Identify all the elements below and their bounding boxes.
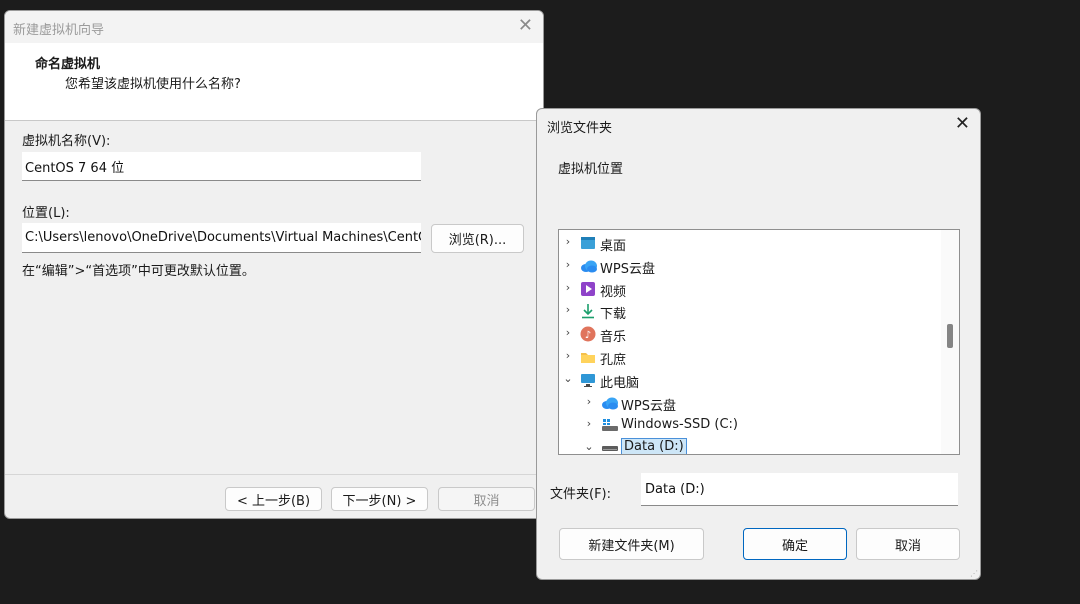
next-button[interactable]: 下一步(N) > xyxy=(331,487,428,511)
browse-button[interactable]: 浏览(R)... xyxy=(431,224,524,253)
chevron-right-icon[interactable]: › xyxy=(562,281,574,294)
browse-folder-dialog: 浏览文件夹 ✕ 虚拟机位置 ⌄ Data (D:) › Windows-SSD (C:… xyxy=(536,108,981,580)
video-folder-icon xyxy=(580,281,596,297)
folder-input[interactable] xyxy=(641,473,958,506)
tree-scrollbar-thumb[interactable] xyxy=(947,324,953,348)
tree-item[interactable]: › Windows-SSD (C:) xyxy=(559,414,939,436)
chevron-right-icon[interactable]: › xyxy=(562,235,574,248)
browse-cancel-button[interactable]: 取消 xyxy=(856,528,960,560)
chevron-right-icon[interactable]: › xyxy=(583,417,595,430)
chevron-right-icon[interactable]: › xyxy=(562,258,574,271)
tree-item-label: WPS云盘 xyxy=(621,398,676,414)
cloud-icon xyxy=(580,258,597,274)
location-hint: 在“编辑”>“首选项”中可更改默认位置。 xyxy=(22,264,255,279)
folder-label: 文件夹(F): xyxy=(550,487,612,502)
vm-name-input[interactable] xyxy=(22,152,421,181)
chevron-down-icon[interactable]: ⌄ xyxy=(562,372,574,385)
desktop-folder-icon xyxy=(580,235,596,251)
browse-description: 虚拟机位置 xyxy=(558,162,624,177)
chevron-down-icon[interactable]: ⌄ xyxy=(583,440,595,453)
music-icon: ♪ xyxy=(580,326,596,342)
tree-item[interactable]: › 下载 xyxy=(559,300,939,322)
download-icon xyxy=(580,303,596,319)
location-label: 位置(L): xyxy=(22,206,70,221)
tree-item[interactable]: › 视频 xyxy=(559,278,939,300)
vm-name-label: 虚拟机名称(V): xyxy=(22,134,111,149)
page-subheading: 您希望该虚拟机使用什么名称? xyxy=(65,77,241,92)
tree-item-label: 孔庶 xyxy=(600,353,627,368)
tree-item-label: Data (D:) xyxy=(621,438,687,454)
wizard-header: 命名虚拟机 您希望该虚拟机使用什么名称? xyxy=(5,43,543,121)
wizard-title: 新建虚拟机向导 xyxy=(13,23,105,38)
svg-text:♪: ♪ xyxy=(585,330,591,341)
cloud-icon xyxy=(601,395,618,411)
folder-tree[interactable]: ⌄ Data (D:) › Windows-SSD (C:) › WPS云盘 ⌄ 此电脑 › 孔庶… xyxy=(558,229,960,455)
tree-item-label: 视频 xyxy=(600,284,627,300)
chevron-right-icon[interactable]: › xyxy=(562,349,574,362)
resize-grip-icon[interactable]: ⋰ xyxy=(970,569,978,578)
chevron-right-icon[interactable]: › xyxy=(583,395,595,408)
chevron-right-icon[interactable]: › xyxy=(562,303,574,316)
tree-item-label: Windows-SSD (C:) xyxy=(621,417,738,433)
windows-drive-icon xyxy=(601,417,618,433)
tree-item[interactable]: › 桌面 xyxy=(559,232,939,254)
tree-item-label: 桌面 xyxy=(600,239,627,254)
browse-dialog-title: 浏览文件夹 xyxy=(547,121,613,136)
tree-item[interactable]: › WPS云盘 xyxy=(559,255,939,277)
browse-close-icon[interactable]: ✕ xyxy=(955,113,970,134)
wizard-close-icon[interactable]: ✕ xyxy=(518,15,533,36)
new-vm-wizard-window: 新建虚拟机向导 ✕ 命名虚拟机 您希望该虚拟机使用什么名称? 虚拟机名称(V):… xyxy=(4,10,544,519)
location-input[interactable] xyxy=(22,223,421,253)
new-folder-button[interactable]: 新建文件夹(M) xyxy=(559,528,704,560)
tree-item[interactable]: ⌄ Data (D:) xyxy=(559,437,939,454)
tree-item[interactable]: ⌄ 此电脑 xyxy=(559,369,939,391)
tree-item[interactable]: › ♪ 音乐 xyxy=(559,323,939,345)
wizard-titlebar: 新建虚拟机向导 ✕ xyxy=(5,11,543,43)
tree-item[interactable]: › WPS云盘 xyxy=(559,392,939,414)
page-heading: 命名虚拟机 xyxy=(35,57,101,72)
wizard-footer-divider xyxy=(5,474,543,475)
tree-item-label: 此电脑 xyxy=(600,375,640,391)
tree-scrollbar[interactable] xyxy=(941,230,959,454)
drive-icon xyxy=(601,440,618,454)
computer-icon xyxy=(580,372,596,388)
folder-icon xyxy=(580,349,596,365)
ok-button[interactable]: 确定 xyxy=(743,528,847,560)
chevron-right-icon[interactable]: › xyxy=(562,326,574,339)
cancel-button[interactable]: 取消 xyxy=(438,487,535,511)
tree-item[interactable]: › 孔庶 xyxy=(559,346,939,368)
tree-item-label: 音乐 xyxy=(600,330,627,346)
back-button[interactable]: < 上一步(B) xyxy=(225,487,322,511)
tree-item-label: WPS云盘 xyxy=(600,261,655,277)
tree-item-label: 下载 xyxy=(600,307,627,323)
